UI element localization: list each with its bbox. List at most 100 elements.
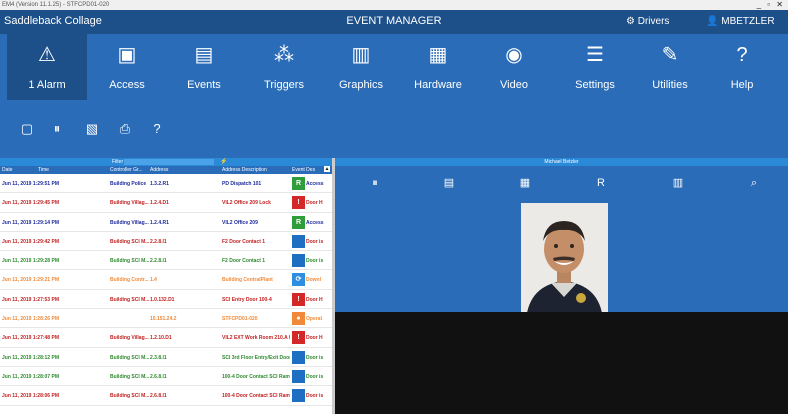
- table-row[interactable]: Jun 11, 2019 1:29:45 PM Building Villag..…: [0, 193, 332, 213]
- print-icon[interactable]: ⎙: [116, 120, 134, 138]
- graphics-icon: ▥: [351, 44, 371, 66]
- nav-video[interactable]: ◉ Video: [474, 34, 554, 100]
- main-nav: ⚠ 1 Alarm ▣ Access ▤ Events ⁂ Triggers ▥…: [0, 34, 788, 100]
- gear-icon: ⚙: [626, 16, 638, 27]
- table-row[interactable]: Jun 11, 2019 1:28:06 PM Building SCI M...…: [0, 386, 332, 406]
- event-type-icon: R: [292, 215, 305, 229]
- person-photo: [521, 203, 608, 320]
- filter-clear-icon[interactable]: ⚡: [220, 158, 227, 166]
- nav-label: Access: [109, 79, 145, 91]
- cell-address: 1.2.10.D1: [150, 335, 172, 342]
- cell-datetime: Jun 11, 2019 1:28:06 PM: [2, 393, 59, 400]
- col-description[interactable]: Address Description: [222, 166, 267, 174]
- cell-datetime: Jun 11, 2019 1:28:12 PM: [2, 354, 59, 361]
- event-type-icon: [292, 369, 305, 383]
- nav-label: Video: [500, 79, 528, 91]
- cell-datetime: Jun 11, 2019 1:29:45 PM: [2, 200, 59, 207]
- window-titlebar: EM4 (Version 11.1.25) - STFCPD01-020 _ ▫…: [0, 0, 788, 10]
- cell-datetime: Jun 11, 2019 1:29:14 PM: [2, 219, 59, 226]
- nav-label: Settings: [575, 79, 615, 91]
- table-row[interactable]: Jun 11, 2019 1:29:42 PM Building SCI M...…: [0, 232, 332, 252]
- cell-event: Door is: [306, 373, 324, 380]
- table-row[interactable]: Jun 11, 2019 1:29:14 PM Building Villag..…: [0, 213, 332, 232]
- scroll-up-icon[interactable]: ▲: [324, 166, 330, 172]
- event-type-icon: !: [292, 196, 305, 210]
- cell-datetime: Jun 11, 2019 1:28:07 PM: [2, 373, 59, 380]
- table-row[interactable]: Jun 11, 2019 1:28:26 PM 10.151.24.2 STFCPD…: [0, 309, 332, 329]
- nav-triggers[interactable]: ⁂ Triggers: [244, 34, 324, 100]
- table-row[interactable]: Jun 11, 2019 1:29:28 PM Building SCI M...…: [0, 251, 332, 271]
- col-time[interactable]: Time: [38, 166, 49, 174]
- reader-icon[interactable]: R: [594, 176, 608, 190]
- cell-event: Door is: [306, 238, 324, 245]
- table-row[interactable]: Jun 11, 2019 1:28:12 PM Building SCI M...…: [0, 348, 332, 367]
- zoom-icon[interactable]: ⌕: [747, 176, 761, 190]
- nav-graphics[interactable]: ▥ Graphics: [321, 34, 401, 100]
- cell-address: 2.3.8.I1: [150, 354, 167, 361]
- col-date[interactable]: Date: [2, 166, 13, 174]
- detail-toolbar: ⏸ ▤ ▦ R ▥ ⌕: [335, 166, 788, 320]
- event-type-icon: [292, 234, 305, 248]
- filter-input[interactable]: [124, 159, 214, 165]
- filter-label: Filter: [112, 159, 124, 165]
- nav-alarm[interactable]: ⚠ 1 Alarm: [7, 34, 87, 100]
- col-address[interactable]: Address: [150, 166, 168, 174]
- cell-description: Building CentralPlant: [222, 277, 273, 284]
- table-row[interactable]: Jun 11, 2019 1:29:51 PM Building Police 1.…: [0, 174, 332, 194]
- cell-description: STFCPD01-020: [222, 316, 258, 323]
- screen-icon[interactable]: ▧: [83, 120, 101, 138]
- table-row[interactable]: Jun 11, 2019 1:27:53 PM Building SCI M...…: [0, 290, 332, 310]
- nav-settings[interactable]: ☰ Settings: [555, 34, 635, 100]
- filter-bar: Filter ⚡: [0, 158, 332, 166]
- cell-event: Door is: [306, 354, 324, 361]
- user-menu[interactable]: 👤 MBETZLER: [706, 16, 775, 27]
- cell-controller: Building SCI M...: [110, 373, 150, 380]
- cell-description: F2 Door Contact 1: [222, 258, 266, 265]
- event-list-panel: Filter ⚡ Date Time Controller Gr... Addr…: [0, 158, 332, 414]
- cell-controller: Building SCI M...: [110, 393, 150, 400]
- nav-access[interactable]: ▣ Access: [87, 34, 167, 100]
- table-row[interactable]: Jun 11, 2019 1:28:07 PM Building SCI M...…: [0, 367, 332, 387]
- table-row[interactable]: Jun 11, 2019 1:29:21 PM Building Contr...…: [0, 270, 332, 290]
- nav-label: Events: [187, 79, 221, 91]
- building-icon[interactable]: ▥: [671, 176, 685, 190]
- events-icon: ▤: [194, 44, 214, 66]
- drivers-menu[interactable]: ⚙ Drivers: [626, 16, 669, 27]
- col-controller[interactable]: Controller Gr...: [110, 166, 143, 174]
- nav-label: Triggers: [264, 79, 304, 91]
- cell-event: Downl: [306, 277, 321, 284]
- event-type-icon: !: [292, 331, 305, 345]
- nav-label: Graphics: [338, 79, 384, 91]
- triggers-icon: ⁂: [274, 44, 294, 66]
- window-icon[interactable]: ▢: [18, 120, 36, 138]
- hardware-icon[interactable]: ▦: [518, 176, 532, 190]
- cell-description: SCI 3rd Floor Entry/Exit Door ...: [222, 354, 290, 361]
- event-type-icon: R: [292, 177, 305, 190]
- help-icon[interactable]: ?: [148, 120, 166, 138]
- event-type-icon: ⟳: [292, 273, 305, 287]
- cell-event: Operat: [306, 316, 323, 323]
- window-controls[interactable]: _ ▫ ✕: [757, 0, 785, 10]
- nav-events[interactable]: ▤ Events: [164, 34, 244, 100]
- table-row[interactable]: Jun 11, 2019 1:27:48 PM Building Villag..…: [0, 328, 332, 348]
- nav-utilities[interactable]: ✎ Utilities: [630, 34, 710, 100]
- list-icon[interactable]: ▤: [442, 176, 456, 190]
- cell-controller: Building Police: [110, 181, 147, 187]
- video-viewer[interactable]: [335, 312, 788, 414]
- detail-panel: Michael Betzler ⏸ ▤ ▦ R ▥ ⌕: [335, 158, 788, 414]
- nav-hardware[interactable]: ▦ Hardware: [398, 34, 478, 100]
- cell-address: 1.2.4.R1: [150, 219, 169, 226]
- col-event[interactable]: Event Des: [292, 166, 315, 174]
- cell-datetime: Jun 11, 2019 1:29:42 PM: [2, 238, 59, 245]
- cell-controller: Building Contr...: [110, 277, 149, 284]
- person-name: Michael Betzler: [335, 158, 788, 166]
- app-header: Saddleback Collage EVENT MANAGER ⚙ Drive…: [0, 10, 788, 34]
- cell-address: 2.6.8.I1: [150, 373, 167, 380]
- cell-controller: Building Villag...: [110, 335, 149, 342]
- wrench-icon: ✎: [661, 44, 679, 66]
- nav-help[interactable]: ? Help: [702, 34, 782, 100]
- pause-icon[interactable]: ⏸: [368, 176, 382, 190]
- cell-datetime: Jun 11, 2019 1:28:26 PM: [2, 316, 59, 323]
- pause-icon[interactable]: ⏸: [48, 120, 66, 138]
- event-type-icon: [292, 389, 305, 403]
